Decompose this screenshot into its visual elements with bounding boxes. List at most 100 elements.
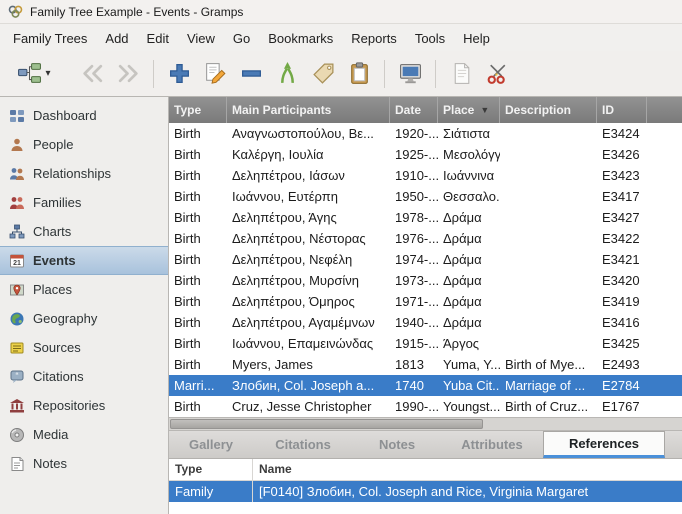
cell-type: Birth xyxy=(174,147,201,162)
cell-participants: Αναγνωστοπούλου, Βε... xyxy=(232,126,374,141)
menu-add[interactable]: Add xyxy=(96,27,137,50)
ref-column-header-type[interactable]: Type xyxy=(169,459,253,480)
cell-type: Birth xyxy=(174,273,201,288)
sidebar-item-people[interactable]: People xyxy=(0,130,168,159)
edit-button[interactable] xyxy=(197,56,233,92)
sidebar-item-label: Relationships xyxy=(33,166,112,181)
cell-id: E2493 xyxy=(602,357,640,372)
cell-type: Birth xyxy=(174,336,201,351)
cell-participants: Δεληπέτρου, Νέστορας xyxy=(232,231,366,246)
tab-notes[interactable]: Notes xyxy=(353,431,441,458)
menu-tools[interactable]: Tools xyxy=(406,27,454,50)
table-row[interactable]: Birth Αναγνωστοπούλου, Βε... 1920-... Σι… xyxy=(169,123,682,144)
cell-id: E3427 xyxy=(602,210,640,225)
cell-type: Birth xyxy=(174,357,201,372)
reference-row-selected[interactable]: Family [F0140] Злобин, Col. Joseph and R… xyxy=(169,481,682,502)
column-header-participants[interactable]: Main Participants xyxy=(227,97,390,123)
menu-reports[interactable]: Reports xyxy=(342,27,406,50)
toolbar-separator xyxy=(435,59,436,88)
toolbar: ▾ xyxy=(0,51,682,97)
toolbar-separator xyxy=(384,59,385,88)
sidebar-item-citations[interactable]: “ Citations xyxy=(0,362,168,391)
sidebar-item-repositories[interactable]: Repositories xyxy=(0,391,168,420)
tag-button[interactable] xyxy=(305,56,341,92)
cell-participants: Δεληπέτρου, Ιάσων xyxy=(232,168,345,183)
report-button[interactable] xyxy=(443,56,479,92)
remove-button[interactable] xyxy=(233,56,269,92)
table-row[interactable]: Birth Δεληπέτρου, Άγης 1978-... Δράμα E3… xyxy=(169,207,682,228)
relationships-icon xyxy=(9,166,25,182)
menu-bookmarks[interactable]: Bookmarks xyxy=(259,27,342,50)
tab-references[interactable]: References xyxy=(543,431,665,458)
cell-description xyxy=(500,333,597,354)
horizontal-scrollbar[interactable] xyxy=(169,417,682,431)
sidebar-item-events[interactable]: 21 Events xyxy=(0,246,168,275)
table-row[interactable]: Birth Δεληπέτρου, Νέστορας 1976-... Δράμ… xyxy=(169,228,682,249)
sidebar-item-places[interactable]: Places xyxy=(0,275,168,304)
configure-view-button[interactable] xyxy=(392,56,428,92)
bottom-tabbar: Gallery Citations Notes Attributes Refer… xyxy=(169,431,682,459)
family-trees-button[interactable]: ▾ xyxy=(8,56,60,92)
cell-participants: Δεληπέτρου, Αγαμέμνων xyxy=(232,315,375,330)
column-header-place[interactable]: Place ▼ xyxy=(438,97,500,123)
cell-type: Birth xyxy=(174,315,201,330)
table-row[interactable]: Birth Myers, James 1813 Yuma, Y... Birth… xyxy=(169,354,682,375)
repositories-icon xyxy=(9,398,25,414)
cell-date: 1976-... xyxy=(395,231,438,246)
sidebar-item-notes[interactable]: Notes xyxy=(0,449,168,478)
menu-family-trees[interactable]: Family Trees xyxy=(4,27,96,50)
cell-type: Birth xyxy=(174,252,201,267)
scissors-button[interactable] xyxy=(479,56,515,92)
cell-participants: Δεληπέτρου, Μυρσίνη xyxy=(232,273,360,288)
ref-column-header-name[interactable]: Name xyxy=(253,459,682,480)
sidebar-item-label: People xyxy=(33,137,74,152)
column-header-date[interactable]: Date xyxy=(390,97,438,123)
sort-descending-icon: ▼ xyxy=(480,105,490,115)
sidebar-item-families[interactable]: Families xyxy=(0,188,168,217)
menu-help[interactable]: Help xyxy=(454,27,499,50)
back-button[interactable] xyxy=(74,56,110,92)
cell-id: E3426 xyxy=(602,147,640,162)
table-row[interactable]: Birth Ιωάννου, Επαμεινώνδας 1915-... Άργ… xyxy=(169,333,682,354)
cell-id: E3423 xyxy=(602,168,640,183)
tab-citations[interactable]: Citations xyxy=(253,431,353,458)
menubar: Family Trees Add Edit View Go Bookmarks … xyxy=(0,25,682,51)
table-row[interactable]: Birth Δεληπέτρου, Αγαμέμνων 1940-... Δρά… xyxy=(169,312,682,333)
window-title: Family Tree Example - Events - Gramps xyxy=(30,4,244,19)
clipboard-button[interactable] xyxy=(341,56,377,92)
menu-edit[interactable]: Edit xyxy=(138,27,178,50)
sidebar-item-charts[interactable]: Charts xyxy=(0,217,168,246)
cell-type: Birth xyxy=(174,189,201,204)
menu-view[interactable]: View xyxy=(178,27,224,50)
tab-attributes[interactable]: Attributes xyxy=(441,431,543,458)
column-header-id[interactable]: ID xyxy=(597,97,647,123)
sidebar-item-geography[interactable]: Geography xyxy=(0,304,168,333)
cell-place: Δράμα xyxy=(443,252,482,267)
tab-gallery[interactable]: Gallery xyxy=(169,431,253,458)
cell-description xyxy=(500,165,597,186)
cell-description xyxy=(500,144,597,165)
table-row[interactable]: Birth Cruz, Jesse Christopher 1990-... Y… xyxy=(169,396,682,417)
column-header-description[interactable]: Description xyxy=(500,97,597,123)
scrollbar-thumb[interactable] xyxy=(170,419,483,429)
table-row[interactable]: Birth Δεληπέτρου, Μυρσίνη 1973-... Δράμα… xyxy=(169,270,682,291)
cell-id: E3419 xyxy=(602,294,640,309)
menu-go[interactable]: Go xyxy=(224,27,259,50)
table-row[interactable]: Birth Καλέργη, Ιουλία 1925-... Μεσολόγγι… xyxy=(169,144,682,165)
column-header-type[interactable]: Type xyxy=(169,97,227,123)
sidebar-item-dashboard[interactable]: Dashboard xyxy=(0,101,168,130)
table-row[interactable]: Birth Ιωάννου, Ευτέρπη 1950-... Θεσσαλο.… xyxy=(169,186,682,207)
table-row-selected[interactable]: Marri... Злобин, Col. Joseph a... 1740 Y… xyxy=(169,375,682,396)
forward-button[interactable] xyxy=(110,56,146,92)
geography-icon xyxy=(9,311,25,327)
sidebar-item-media[interactable]: Media xyxy=(0,420,168,449)
table-row[interactable]: Birth Δεληπέτρου, Όμηρος 1971-... Δράμα … xyxy=(169,291,682,312)
sidebar-item-sources[interactable]: Sources xyxy=(0,333,168,362)
sources-icon xyxy=(9,340,25,356)
sidebar-item-relationships[interactable]: Relationships xyxy=(0,159,168,188)
add-button[interactable] xyxy=(161,56,197,92)
table-row[interactable]: Birth Δεληπέτρου, Ιάσων 1910-... Ιωάννιν… xyxy=(169,165,682,186)
merge-button[interactable] xyxy=(269,56,305,92)
events-table-body: Birth Αναγνωστοπούλου, Βε... 1920-... Σι… xyxy=(169,123,682,417)
table-row[interactable]: Birth Δεληπέτρου, Νεφέλη 1974-... Δράμα … xyxy=(169,249,682,270)
